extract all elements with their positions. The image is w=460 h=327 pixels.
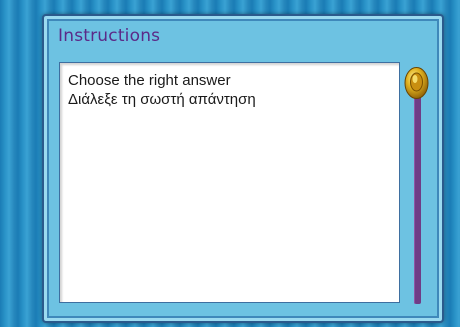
instructions-text-area: Choose the right answer Διάλεξε τη σωστή… bbox=[59, 62, 400, 303]
instructions-panel: Instructions Choose the right answer Διά… bbox=[42, 14, 444, 323]
panel-title: Instructions bbox=[58, 26, 161, 46]
app-background: Instructions Choose the right answer Διά… bbox=[0, 0, 460, 327]
scrollbar-track[interactable] bbox=[414, 78, 421, 304]
scroll-knob-icon[interactable] bbox=[404, 66, 429, 100]
instruction-line-greek: Διάλεξε τη σωστή απάντηση bbox=[68, 91, 256, 108]
instruction-line-english: Choose the right answer bbox=[68, 72, 231, 89]
